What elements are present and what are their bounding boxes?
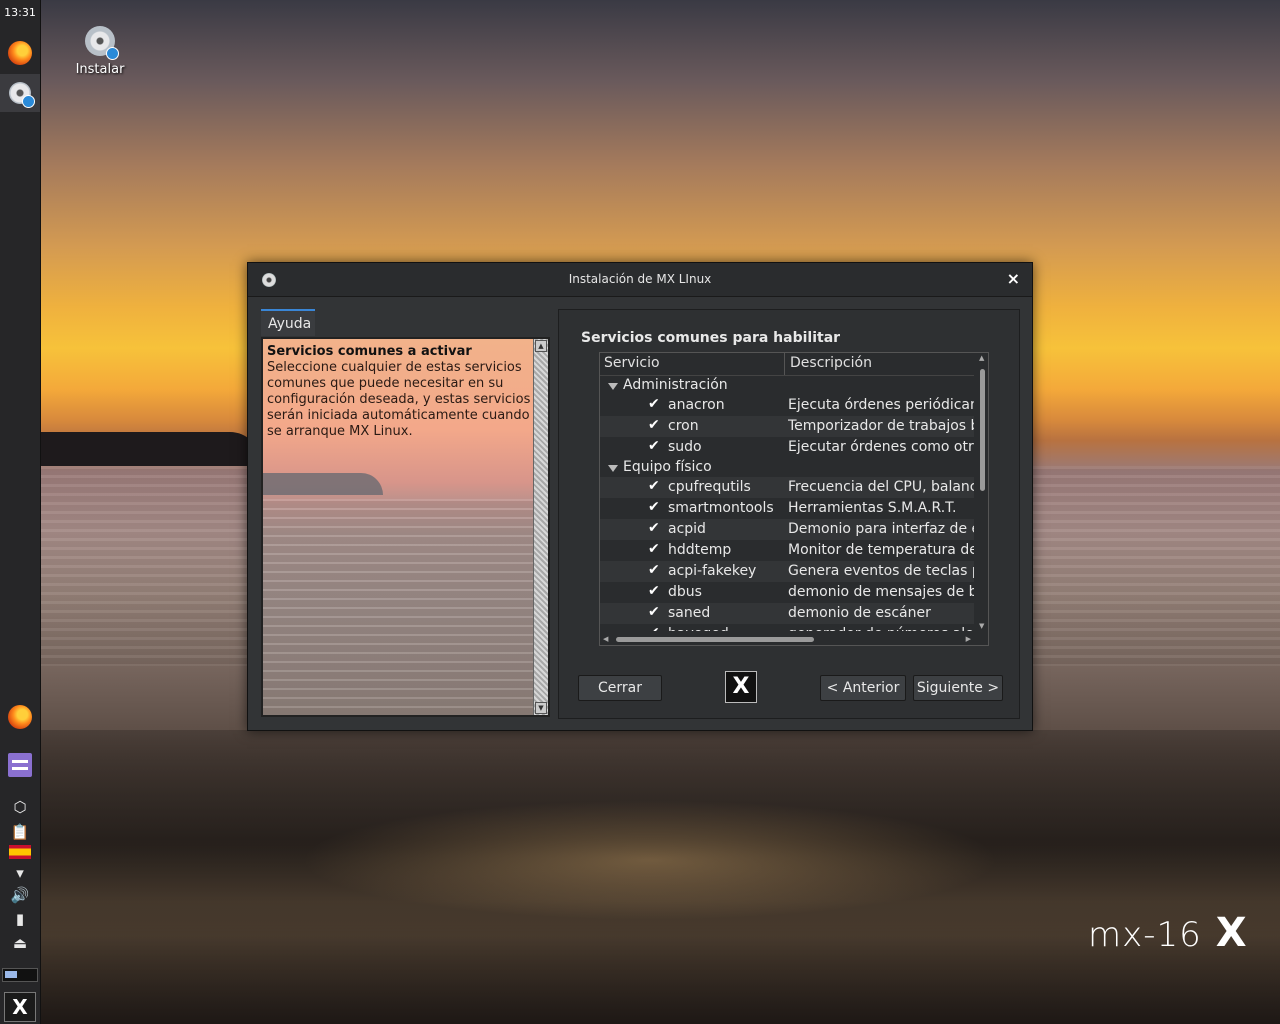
next-button[interactable]: Siguiente > (913, 675, 1003, 701)
column-description[interactable]: Descripción (784, 353, 872, 375)
service-row[interactable]: ✔ anacron Ejecuta órdenes periódicame (600, 395, 974, 416)
left-panel: 13:31 ⬡ 📋 ▾ 🔊 ▮ ⏏ X (0, 0, 41, 1024)
desktop-pager[interactable] (2, 968, 38, 982)
service-description: demonio de escáner (788, 605, 931, 621)
service-checkbox[interactable]: ✔ (648, 562, 660, 578)
services-tree[interactable]: Servicio Descripción Administración ✔ anac… (599, 352, 989, 646)
volume-icon[interactable]: 🔊 (8, 886, 32, 904)
tree-group[interactable]: Equipo físico (600, 458, 974, 477)
package-icon[interactable]: ⬡ (8, 798, 32, 816)
service-checkbox[interactable]: ✔ (648, 625, 660, 631)
service-checkbox[interactable]: ✔ (648, 583, 660, 599)
help-body: Seleccione cualquier de estas servicios … (267, 360, 531, 439)
tree-horizontal-scrollbar[interactable]: ◀ ▶ (600, 633, 974, 645)
keyboard-layout-es-icon[interactable] (8, 843, 32, 861)
service-name: haveged (668, 626, 729, 631)
desktop-install-label: Instalar (75, 62, 125, 77)
tree-header: Servicio Descripción (600, 353, 974, 376)
launcher-firefox[interactable] (0, 698, 40, 736)
service-checkbox[interactable]: ✔ (648, 438, 660, 454)
service-name: sudo (668, 439, 702, 455)
mx-logo-icon: X (725, 671, 757, 703)
service-row[interactable]: ✔ cron Temporizador de trabajos bas (600, 416, 974, 437)
service-name: cron (668, 418, 699, 434)
firefox-launcher-icon (8, 705, 32, 729)
wallpaper-beach-reflection (300, 800, 1000, 920)
firefox-icon (8, 41, 32, 65)
installer-icon (9, 82, 35, 108)
tree-group[interactable]: Administración (600, 376, 974, 395)
service-row[interactable]: ✔ acpi-fakekey Genera eventos de teclas pa… (600, 561, 974, 582)
expand-triangle-icon[interactable] (608, 465, 618, 472)
service-row[interactable]: ✔ dbus demonio de mensajes de bus (600, 582, 974, 603)
wallpaper-headland (40, 432, 260, 466)
close-button[interactable]: Cerrar (578, 675, 662, 701)
service-name: dbus (668, 584, 702, 600)
service-description: Herramientas S.M.A.R.T. (788, 500, 957, 516)
service-name: hddtemp (668, 542, 732, 558)
service-checkbox[interactable]: ✔ (648, 520, 660, 536)
service-name: smartmontools (668, 500, 774, 516)
close-icon[interactable]: × (1007, 269, 1020, 288)
dialog-titlebar[interactable]: Instalación de MX LInux × (248, 263, 1032, 297)
dialog-title: Instalación de MX LInux (568, 272, 712, 286)
service-description: demonio de mensajes de bus (788, 584, 974, 600)
service-description: Frecuencia del CPU, balance i (788, 479, 974, 495)
column-service[interactable]: Servicio (604, 355, 660, 371)
service-checkbox[interactable]: ✔ (648, 604, 660, 620)
tree-rows: Administración ✔ anacron Ejecuta órdenes pe… (600, 376, 974, 631)
service-name: acpi-fakekey (668, 563, 757, 579)
service-checkbox[interactable]: ✔ (648, 417, 660, 433)
panel-clock[interactable]: 13:31 (0, 6, 40, 19)
service-checkbox[interactable]: ✔ (648, 541, 660, 557)
wifi-icon[interactable]: ▾ (8, 864, 32, 882)
service-row[interactable]: ✔ sudo Ejecutar órdenes como otro u (600, 437, 974, 458)
service-description: Monitor de temperatura del d (788, 542, 974, 558)
desktop-install-icon[interactable]: Instalar (70, 26, 130, 77)
service-row[interactable]: ✔ cpufrequtils Frecuencia del CPU, balance… (600, 477, 974, 498)
help-text: Servicios comunes a activar Seleccione c… (267, 344, 531, 440)
service-row[interactable]: ✔ acpid Demonio para interfaz de ene (600, 519, 974, 540)
installer-dialog: Instalación de MX LInux × Ayuda Servicio… (247, 262, 1033, 731)
service-name: acpid (668, 521, 706, 537)
mx-menu-button[interactable]: X (4, 992, 36, 1022)
service-description: Genera eventos de teclas par (788, 563, 974, 579)
service-description: Ejecuta órdenes periódicame (788, 397, 974, 413)
tab-help[interactable]: Ayuda (261, 309, 315, 336)
services-pane: Servicios comunes para habilitar Servici… (558, 309, 1020, 719)
installer-disc-icon (85, 26, 119, 60)
mx-watermark: mx-16 X (1088, 910, 1248, 956)
service-row[interactable]: ✔ saned demonio de escáner (600, 603, 974, 624)
group-label: Equipo físico (623, 459, 712, 475)
service-row[interactable]: ✔ haveged generador de números aleato (600, 624, 974, 631)
service-name: anacron (668, 397, 725, 413)
taskbar-installer[interactable] (0, 74, 40, 112)
help-pane: Servicios comunes a activar Seleccione c… (261, 337, 550, 717)
service-name: saned (668, 605, 711, 621)
help-scrollbar[interactable]: ▲ ▼ (533, 339, 548, 715)
service-row[interactable]: ✔ hddtemp Monitor de temperatura del d (600, 540, 974, 561)
service-checkbox[interactable]: ✔ (648, 499, 660, 515)
tree-vertical-scrollbar[interactable]: ▲ ▼ (976, 353, 988, 631)
help-heading: Servicios comunes a activar (267, 344, 472, 359)
service-name: cpufrequtils (668, 479, 751, 495)
expand-triangle-icon[interactable] (608, 383, 618, 390)
taskbar-firefox[interactable] (0, 34, 40, 72)
battery-icon[interactable]: ▮ (8, 910, 32, 928)
service-description: Temporizador de trabajos bas (788, 418, 974, 434)
service-description: Ejecutar órdenes como otro u (788, 439, 974, 455)
section-title: Servicios comunes para habilitar (581, 330, 841, 346)
clipboard-icon[interactable]: 📋 (8, 823, 32, 841)
workspace-switcher-icon[interactable] (8, 753, 32, 777)
group-label: Administración (623, 377, 728, 393)
service-checkbox[interactable]: ✔ (648, 396, 660, 412)
service-row[interactable]: ✔ smartmontools Herramientas S.M.A.R.T. (600, 498, 974, 519)
eject-icon[interactable]: ⏏ (8, 934, 32, 952)
service-checkbox[interactable]: ✔ (648, 478, 660, 494)
scroll-down-icon[interactable]: ▼ (535, 702, 547, 714)
service-description: Demonio para interfaz de ene (788, 521, 974, 537)
service-description: generador de números aleato (788, 626, 974, 631)
scroll-up-icon[interactable]: ▲ (535, 340, 547, 352)
back-button[interactable]: < Anterior (820, 675, 906, 701)
